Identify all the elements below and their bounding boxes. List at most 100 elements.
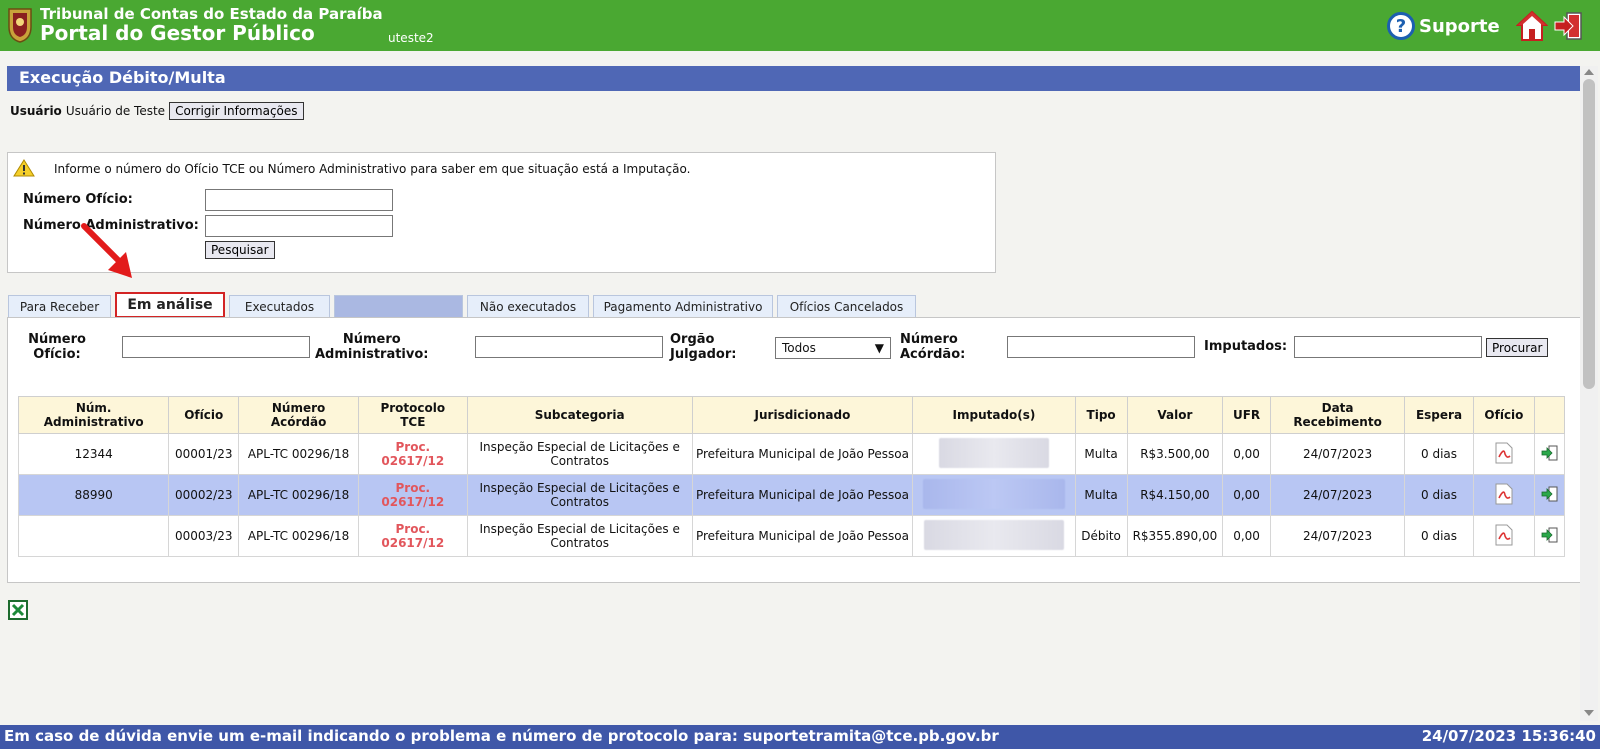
filter-orgao-value: Todos — [782, 341, 816, 355]
cell-jurisdicionado: Prefeitura Municipal de João Pessoa — [691, 474, 914, 516]
cell-data: 24/07/2023 — [1269, 433, 1406, 475]
col-header: Valor — [1126, 396, 1224, 434]
cell-espera: 0 dias — [1404, 515, 1474, 557]
scroll-thumb[interactable] — [1583, 79, 1595, 389]
tab-pagamento-administrativo[interactable]: Pagamento Administrativo — [593, 295, 773, 318]
footer-message: Em caso de dúvida envie um e-mail indica… — [4, 727, 999, 745]
filter-orgao-select[interactable]: Todos ▼ — [775, 337, 891, 359]
procurar-button[interactable]: Procurar — [1486, 338, 1549, 357]
scroll-down-icon[interactable] — [1584, 710, 1594, 716]
cell-oficio-pdf — [1472, 433, 1536, 475]
cell-protocolo-link[interactable]: Proc. 02617/12 — [358, 474, 468, 516]
cell-protocolo-link[interactable]: Proc. 02617/12 — [358, 515, 468, 557]
tab-hidden[interactable] — [334, 295, 463, 318]
cell-valor: R$3.500,00 — [1126, 433, 1224, 475]
col-header: Protocolo TCE — [358, 396, 468, 434]
cell-oficio: 00002/23 — [168, 474, 240, 516]
username: uteste2 — [388, 31, 434, 45]
filter-adm-input[interactable] — [475, 336, 663, 358]
cell-data: 24/07/2023 — [1269, 474, 1406, 516]
cell-acordao: APL-TC 00296/18 — [238, 433, 360, 475]
tab-oficios-cancelados[interactable]: Ofícios Cancelados — [777, 295, 916, 318]
cell-action — [1534, 474, 1565, 516]
enter-icon[interactable] — [1541, 486, 1558, 502]
cell-tipo: Multa — [1074, 474, 1128, 516]
redacted-imputado — [938, 437, 1049, 468]
col-header: Espera — [1404, 396, 1474, 434]
cell-ufr: 0,00 — [1222, 515, 1271, 557]
adm-input[interactable] — [205, 215, 393, 237]
col-header: Data Recebimento — [1269, 396, 1406, 434]
cell-ufr: 0,00 — [1222, 474, 1271, 516]
scroll-up-icon[interactable] — [1584, 69, 1594, 75]
cell-jurisdicionado: Prefeitura Municipal de João Pessoa — [691, 433, 914, 475]
enter-icon[interactable] — [1541, 527, 1558, 543]
cell-acordao: APL-TC 00296/18 — [238, 474, 360, 516]
search-box: Informe o número do Ofício TCE ou Número… — [7, 152, 996, 273]
search-info: Informe o número do Ofício TCE ou Número… — [54, 162, 691, 176]
col-header — [1534, 396, 1565, 434]
table-row[interactable]: 12344 00001/23 APL-TC 00296/18 Proc. 026… — [17, 433, 1565, 475]
cell-imputados — [912, 433, 1076, 475]
filter-acordao-label: Número Acórdão: — [900, 332, 966, 362]
cell-oficio: 00003/23 — [168, 515, 240, 557]
col-header: Ofício — [168, 396, 240, 434]
top-header: Tribunal de Contas do Estado da Paraíba … — [0, 0, 1600, 51]
cell-action — [1534, 433, 1565, 475]
tab-em-analise[interactable]: Em análise — [115, 292, 225, 318]
org-name: Tribunal de Contas do Estado da Paraíba — [40, 5, 383, 23]
col-header: Tipo — [1074, 396, 1128, 434]
cell-jurisdicionado: Prefeitura Municipal de João Pessoa — [691, 515, 914, 557]
pdf-icon[interactable] — [1495, 442, 1513, 464]
results-table: Núm. Administrativo Ofício Número Acórdã… — [17, 396, 1565, 557]
cell-valor: R$4.150,00 — [1126, 474, 1224, 516]
cell-protocolo-link[interactable]: Proc. 02617/12 — [358, 433, 468, 475]
cell-subcategoria: Inspeção Especial de Licitações e Contra… — [466, 474, 693, 516]
tab-executados[interactable]: Executados — [229, 295, 330, 318]
warning-icon — [13, 159, 35, 177]
oficio-input[interactable] — [205, 189, 393, 211]
filter-adm-label: Número Administrativo: — [315, 332, 429, 362]
cell-adm: 12344 — [17, 433, 170, 475]
table-row[interactable]: 00003/23 APL-TC 00296/18 Proc. 02617/12 … — [17, 515, 1565, 557]
support-link[interactable]: ? Suporte — [1387, 12, 1500, 40]
page-title: Execução Débito/Multa — [7, 66, 1580, 91]
pdf-icon[interactable] — [1495, 524, 1513, 546]
pdf-icon[interactable] — [1495, 483, 1513, 505]
filter-imputados-input[interactable] — [1294, 336, 1482, 358]
cell-tipo: Multa — [1074, 433, 1128, 475]
cell-adm — [17, 515, 170, 557]
filter-oficio-label: Número Ofício: — [28, 332, 86, 362]
footer-bar: Em caso de dúvida envie um e-mail indica… — [0, 725, 1600, 749]
home-icon[interactable] — [1516, 10, 1548, 42]
cell-espera: 0 dias — [1404, 433, 1474, 475]
enter-icon[interactable] — [1541, 445, 1558, 461]
portal-title: Portal do Gestor Público — [40, 21, 315, 45]
cell-adm: 88990 — [17, 474, 170, 516]
cell-acordao: APL-TC 00296/18 — [238, 515, 360, 557]
support-label: Suporte — [1419, 15, 1500, 37]
exit-icon[interactable] — [1553, 10, 1585, 42]
col-header: Número Acórdão — [238, 396, 360, 434]
col-header: Imputado(s) — [912, 396, 1076, 434]
excel-export-icon[interactable] — [8, 600, 28, 620]
arrow-annotation — [81, 223, 132, 278]
filter-orgao-label: Orgão Julgador: — [670, 332, 737, 362]
user-label: Usuário — [10, 104, 62, 118]
search-button[interactable]: Pesquisar — [205, 241, 275, 259]
fix-info-button[interactable]: Corrigir Informações — [169, 102, 304, 120]
oficio-label: Número Ofício: — [23, 192, 133, 207]
tab-para-receber[interactable]: Para Receber — [8, 295, 111, 318]
footer-datetime: 24/07/2023 15:36:40 — [1421, 727, 1596, 745]
cell-tipo: Débito — [1074, 515, 1128, 557]
filter-imputados-label: Imputados: — [1204, 339, 1288, 354]
table-row[interactable]: 88990 00002/23 APL-TC 00296/18 Proc. 026… — [17, 474, 1565, 516]
cell-data: 24/07/2023 — [1269, 515, 1406, 557]
cell-valor: R$355.890,00 — [1126, 515, 1224, 557]
filter-acordao-input[interactable] — [1007, 336, 1195, 358]
user-value: Usuário de Teste — [65, 104, 166, 118]
cell-espera: 0 dias — [1404, 474, 1474, 516]
cell-ufr: 0,00 — [1222, 433, 1271, 475]
filter-oficio-input[interactable] — [122, 336, 310, 358]
tab-nao-executados[interactable]: Não executados — [467, 295, 589, 318]
